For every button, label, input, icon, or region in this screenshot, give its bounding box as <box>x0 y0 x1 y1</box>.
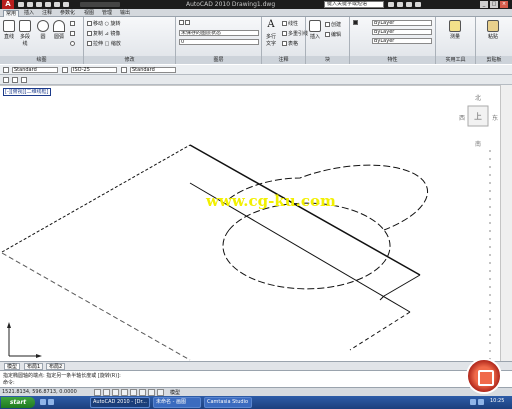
model-space-label[interactable]: 模型 <box>170 389 180 396</box>
command-history-line: 指定椭圆轴的端点: 指定另一条半轴长度或 [旋转(R)]: <box>3 373 121 379</box>
osnap-toggle[interactable] <box>130 389 137 396</box>
vertical-toolbar[interactable] <box>500 85 512 361</box>
tray-volume-icon[interactable] <box>478 399 484 405</box>
viewcube-south: 南 <box>475 140 481 148</box>
ortho-toggle[interactable] <box>112 389 119 396</box>
viewcube-north: 北 <box>475 94 481 102</box>
viewcube-west: 西 <box>459 115 465 122</box>
tab-model[interactable]: 模型 <box>4 363 21 370</box>
watermark-text: www.cg-ku.com <box>206 192 336 210</box>
ucs-icon <box>7 322 42 358</box>
plane-edge-left <box>1 144 191 253</box>
coordinate-readout: 1521.8134, 596.8713, 0.0000 <box>2 389 77 395</box>
taskbar-item-autocad[interactable]: AutoCAD 2010 - [Dr... <box>90 397 150 408</box>
layout-tab-bar: 模型 布局1 布局2 <box>0 361 512 370</box>
viewcube[interactable]: 北 西 东 南 上 <box>458 92 498 150</box>
taskbar-item-paint[interactable]: 未命名 - 画图 <box>153 397 201 408</box>
start-button[interactable]: start <box>1 397 35 408</box>
tray-network-icon[interactable] <box>470 399 476 405</box>
tab-layout1[interactable]: 布局1 <box>24 363 44 370</box>
grid-toggle[interactable] <box>103 389 110 396</box>
plane-edge-top <box>189 144 421 276</box>
snap-toggle[interactable] <box>94 389 101 396</box>
plane-edge-corner <box>379 295 385 301</box>
tab-layout2[interactable]: 布局2 <box>46 363 66 370</box>
viewcube-east: 东 <box>492 114 498 122</box>
status-bar: 1521.8134, 596.8713, 0.0000 模型 <box>0 387 512 396</box>
clock: 10:25 <box>490 398 505 404</box>
ellipse-lower <box>222 229 385 290</box>
quicklaunch-icon[interactable] <box>48 399 54 405</box>
plane-edge-right <box>383 274 421 297</box>
dyn-toggle[interactable] <box>148 389 155 396</box>
viewcube-top-label: 上 <box>474 112 482 121</box>
polar-toggle[interactable] <box>121 389 128 396</box>
taskbar: start AutoCAD 2010 - [Dr... 未命名 - 画图 Cam… <box>0 396 512 409</box>
logo-badge <box>466 358 502 394</box>
otrack-toggle[interactable] <box>139 389 146 396</box>
command-prompt[interactable]: 命令: <box>3 379 15 386</box>
plane-edge-bottom <box>349 311 411 351</box>
quicklaunch-icon[interactable] <box>40 399 46 405</box>
lwt-toggle[interactable] <box>157 389 164 396</box>
taskbar-item-camtasia[interactable]: Camtasia Studio <box>204 397 252 408</box>
command-line[interactable]: 指定椭圆轴的端点: 指定另一条半轴长度或 [旋转(R)]: 命令: <box>0 370 512 387</box>
